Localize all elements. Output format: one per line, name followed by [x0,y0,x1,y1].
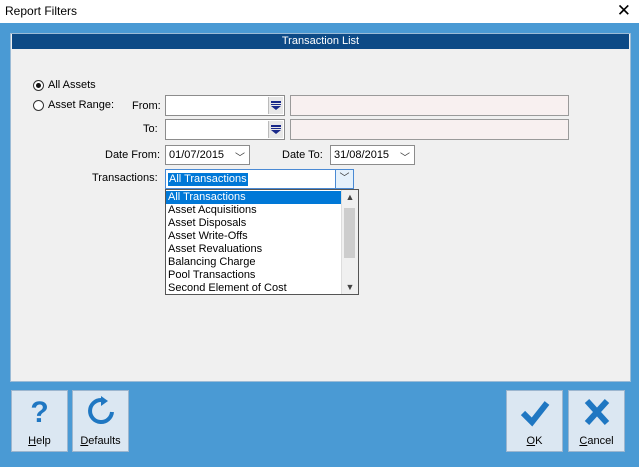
date-from-value: 01/07/2015 [169,149,225,161]
transactions-label: Transactions: [92,172,158,184]
date-to-label: Date To: [282,149,323,161]
date-to-picker[interactable]: 31/08/2015 ﹀ [330,145,415,165]
cross-icon [569,396,624,431]
ok-label-key: O [526,435,536,447]
dropdown-option[interactable]: Asset Write-Offs [166,230,342,243]
to-asset-field[interactable] [165,119,285,140]
defaults-label: efaults [88,435,121,447]
from-asset-description [290,95,569,116]
from-asset-field[interactable] [165,95,285,116]
from-label: From: [132,100,161,112]
defaults-button[interactable]: Defaults [72,390,129,452]
scrollbar-thumb[interactable] [344,208,355,258]
scroll-up-icon[interactable]: ▲ [342,190,358,204]
dropdown-option[interactable]: Second Element of Cost [166,282,342,294]
dropdown-option[interactable]: Pool Transactions [166,269,342,282]
dropdown-option[interactable]: Asset Acquisitions [166,204,342,217]
cancel-label: ancel [587,435,614,447]
asset-range-radio[interactable] [33,100,44,111]
transactions-select[interactable]: All Transactions ﹀ [165,169,354,189]
ok-button[interactable]: OK [506,390,563,452]
date-from-picker[interactable]: 01/07/2015 ﹀ [165,145,250,165]
lookup-down-arrow-icon [271,125,281,134]
all-assets-radio[interactable] [33,80,44,91]
dropdown-scrollbar[interactable]: ▲ ▼ [341,190,358,294]
chevron-down-icon[interactable]: ﹀ [235,149,245,164]
from-asset-lookup-button[interactable] [268,97,283,114]
to-asset-description [290,119,569,140]
transactions-dropdown-list[interactable]: All Transactions Asset Acquisitions Asse… [165,189,359,295]
help-button[interactable]: ? Help [11,390,68,452]
refresh-icon [73,396,128,431]
cancel-button[interactable]: Cancel [568,390,625,452]
lookup-down-arrow-icon [271,101,281,110]
dropdown-option[interactable]: Balancing Charge [166,256,342,269]
date-from-label: Date From: [105,149,161,161]
transactions-selected-value: All Transactions [168,173,248,186]
help-label: elp [36,435,51,447]
window-title: Report Filters [5,4,78,18]
ok-label: K [535,435,543,447]
asset-range-label: Asset Range: [48,99,115,111]
dropdown-option[interactable]: All Transactions [166,191,342,204]
chevron-down-icon[interactable]: ﹀ [400,149,410,164]
to-asset-lookup-button[interactable] [268,121,283,138]
dropdown-option[interactable]: Asset Disposals [166,217,342,230]
close-icon[interactable]: ✕ [617,1,631,21]
section-header: Transaction List [12,34,629,49]
dropdown-option[interactable]: Asset Revaluations [166,243,342,256]
checkmark-icon [507,396,562,431]
to-label: To: [143,123,158,135]
all-assets-label: All Assets [48,79,96,91]
help-label-key: H [28,435,37,447]
chevron-down-icon[interactable]: ﹀ [335,170,353,188]
scroll-down-icon[interactable]: ▼ [342,280,358,294]
date-to-value: 31/08/2015 [334,149,390,161]
question-mark-icon: ? [30,396,49,429]
title-bar: Report Filters ✕ [0,0,639,23]
